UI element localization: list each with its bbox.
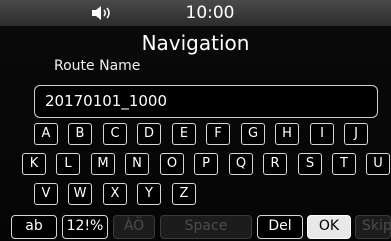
key-i[interactable]: I xyxy=(310,123,334,145)
navigation-screen: 10:00 Navigation Route Name 20170101_100… xyxy=(0,0,391,241)
key-j[interactable]: J xyxy=(344,123,368,145)
key-e[interactable]: E xyxy=(172,123,196,145)
route-name-label: Route Name xyxy=(54,58,141,74)
key-h[interactable]: H xyxy=(275,123,299,145)
keyboard-row-3: V W X Y Z xyxy=(0,183,391,208)
key-k[interactable]: K xyxy=(22,153,46,175)
key-t[interactable]: T xyxy=(332,153,356,175)
key-f[interactable]: F xyxy=(206,123,230,145)
keyboard-row-1: A B C D E F G H I J xyxy=(0,123,391,148)
key-p[interactable]: P xyxy=(194,153,218,175)
skip-button[interactable]: Skip xyxy=(355,215,391,239)
key-u[interactable]: U xyxy=(366,153,390,175)
key-c[interactable]: C xyxy=(103,123,127,145)
keyboard-row-2: K L M N O P Q R S T U xyxy=(0,153,391,178)
key-r[interactable]: R xyxy=(263,153,287,175)
space-button[interactable]: Space xyxy=(160,215,252,239)
ok-button[interactable]: OK xyxy=(307,215,351,239)
key-n[interactable]: N xyxy=(125,153,149,175)
route-name-input[interactable]: 20170101_1000 xyxy=(34,85,378,118)
key-d[interactable]: D xyxy=(137,123,161,145)
key-q[interactable]: Q xyxy=(229,153,253,175)
key-l[interactable]: L xyxy=(56,153,80,175)
key-b[interactable]: B xyxy=(68,123,92,145)
key-z[interactable]: Z xyxy=(172,183,196,205)
key-g[interactable]: G xyxy=(241,123,265,145)
speaker-volume-icon xyxy=(92,6,110,20)
key-v[interactable]: V xyxy=(34,183,58,205)
page-title: Navigation xyxy=(141,31,250,55)
delete-button[interactable]: Del xyxy=(257,215,303,239)
key-x[interactable]: X xyxy=(103,183,127,205)
symbols-button[interactable]: 12!% xyxy=(62,215,108,239)
status-bar: 10:00 xyxy=(0,0,391,26)
lowercase-button[interactable]: ab xyxy=(11,215,57,239)
key-s[interactable]: S xyxy=(298,153,322,175)
clock: 10:00 xyxy=(185,3,235,23)
key-o[interactable]: O xyxy=(160,153,184,175)
key-a[interactable]: A xyxy=(34,123,58,145)
key-y[interactable]: Y xyxy=(137,183,161,205)
key-m[interactable]: M xyxy=(91,153,115,175)
key-w[interactable]: W xyxy=(68,183,92,205)
accents-button[interactable]: ÀÖ xyxy=(113,215,155,239)
function-key-bar: ab 12!% ÀÖ Space Del OK Skip xyxy=(0,212,391,241)
